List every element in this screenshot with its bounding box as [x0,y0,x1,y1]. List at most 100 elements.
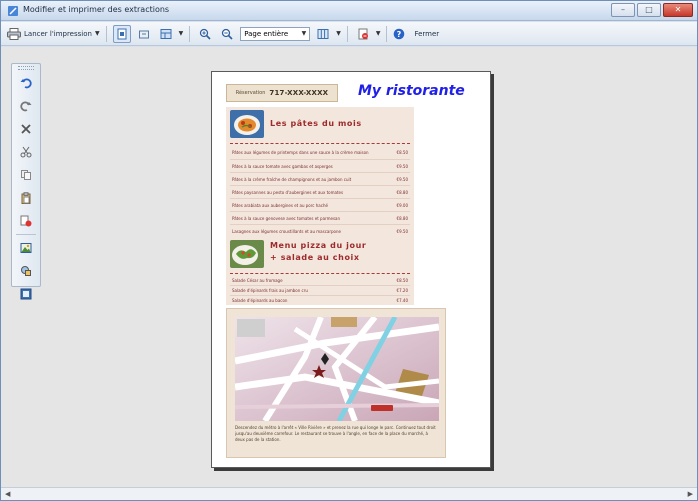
app-window: Modifier et imprimer des extractions – □… [0,0,698,501]
item-price: €9.50 [396,176,408,182]
item-name: Pâtes à la sauce tomate avec gambas et a… [232,163,333,169]
menu-item: Pâtes à la sauce tomate avec gambas et a… [232,161,408,171]
item-price: €7.40 [396,297,408,303]
item-divider [230,185,410,186]
svg-text:?: ? [397,30,402,39]
toolbar: Lancer l'impression ▼ ▼ Page entière ▼ ▼… [1,22,697,46]
delete-button[interactable] [16,211,36,231]
title-bar: Modifier et imprimer des extractions – □… [1,1,697,21]
rotate-button[interactable] [135,25,153,43]
pasta-photo [230,110,264,138]
toolbar-separator [386,25,388,42]
close-label: Fermer [414,29,440,38]
item-divider [230,172,410,173]
toolbar-separator [346,25,348,42]
columns-icon [317,28,329,39]
delete-page-dropdown-icon[interactable]: ▼ [376,30,381,37]
menu-item: Salade d'épinards frais au jambon cru €7… [232,285,408,295]
columns-button[interactable] [314,25,332,43]
insert-image-button[interactable] [16,238,36,258]
close-button[interactable]: ? Fermer [393,25,439,43]
location-map [235,317,439,421]
item-divider [230,211,410,212]
section-heading-line1: Menu pizza du jour [270,241,367,250]
chevron-down-icon: ▼ [301,30,307,37]
fit-page-button[interactable] [112,24,131,43]
item-divider [230,224,410,225]
layout-button[interactable] [157,25,175,43]
copy-button[interactable] [16,165,36,185]
section-header-pasta: Les pâtes du mois [226,107,414,141]
toolbar-separator [189,25,191,42]
maximize-icon: □ [645,5,653,14]
printer-icon [7,27,21,40]
zoom-out-button[interactable] [218,25,236,43]
palette-separator [16,234,36,235]
print-label: Lancer l'impression [24,29,92,38]
insert-frame-button[interactable] [16,284,36,304]
palette-grip[interactable] [18,66,34,70]
zoom-in-button[interactable] [196,25,214,43]
horizontal-scrollbar[interactable]: ◀ ▶ [1,487,697,500]
phone-label: Réservation [235,90,266,96]
maximize-button[interactable]: □ [637,3,661,17]
print-button[interactable]: Lancer l'impression ▼ [7,25,100,43]
item-name: Salade d'épinards au bacon [232,297,288,303]
delete-page-button[interactable] [354,25,372,43]
clipart-icon [21,266,31,276]
frame-icon [20,288,32,300]
item-name: Pâtes à la sauce genovese avec tomates e… [232,215,341,221]
layout-icon [160,28,172,39]
item-price: €8.50 [396,149,408,155]
close-icon: ✕ [674,5,682,14]
menu-card: Les pâtes du mois Pâtes aux légumes de p… [226,107,414,305]
section-header-pizza: Menu pizza du jour + salade au choix [226,237,414,271]
phone-box: Réservation 717-XXX-XXXX [226,84,338,102]
section-heading: Les pâtes du mois [270,119,362,128]
scroll-left-icon[interactable]: ◀ [5,490,10,498]
item-price: €9.50 [396,163,408,169]
zoom-select[interactable]: Page entière ▼ [240,26,311,41]
close-window-button[interactable]: ✕ [663,3,693,17]
columns-dropdown-icon[interactable]: ▼ [336,30,341,37]
pizza-photo [230,240,264,268]
rotate-icon [138,30,149,38]
remove-button[interactable] [16,119,36,139]
layout-dropdown-icon[interactable]: ▼ [179,30,184,37]
fit-page-icon [117,28,127,39]
item-name: Salade César au fromage [232,277,283,283]
window-controls: – □ ✕ [611,3,693,17]
menu-item: Pâtes à la crème fraîche de champignons … [232,174,408,184]
undo-button[interactable] [16,73,36,93]
item-price: €9.00 [396,202,408,208]
map-caption: Descendez du métro à l'arrêt « Ville Riv… [235,425,436,442]
close-icon [21,124,31,134]
image-icon [20,243,32,253]
redo-icon [20,101,32,112]
item-name: Salade d'épinards frais au jambon cru [232,287,308,293]
item-divider [230,198,410,199]
insert-clipart-button[interactable] [16,261,36,281]
help-icon: ? [394,28,405,39]
zoom-select-value: Page entière [244,29,289,38]
cut-button[interactable] [16,142,36,162]
item-price: €8.80 [396,215,408,221]
item-name: Lasagnes aux légumes croustillants et au… [232,228,341,234]
item-price: €9.50 [396,228,408,234]
menu-item: Salade d'épinards au bacon €7.40 [232,295,408,305]
paste-icon [21,192,31,204]
print-dropdown-icon[interactable]: ▼ [95,30,100,37]
menu-item: Salade César au fromage €8.50 [232,275,408,285]
item-name: Pâtes à la crème fraîche de champignons … [232,176,352,182]
minimize-button[interactable]: – [611,3,635,17]
item-price: €8.50 [396,277,408,283]
window-title: Modifier et imprimer des extractions [23,5,170,14]
redo-button[interactable] [16,96,36,116]
menu-item: Pâtes à la sauce genovese avec tomates e… [232,213,408,223]
scroll-right-icon[interactable]: ▶ [688,490,693,498]
page-preview[interactable]: Réservation 717-XXX-XXXX My ristorante L… [211,71,491,468]
toolbar-separator [105,25,107,42]
zoom-in-icon [200,28,211,40]
paste-button[interactable] [16,188,36,208]
menu-item: Pâtes aux légumes de printemps dans une … [232,147,408,157]
